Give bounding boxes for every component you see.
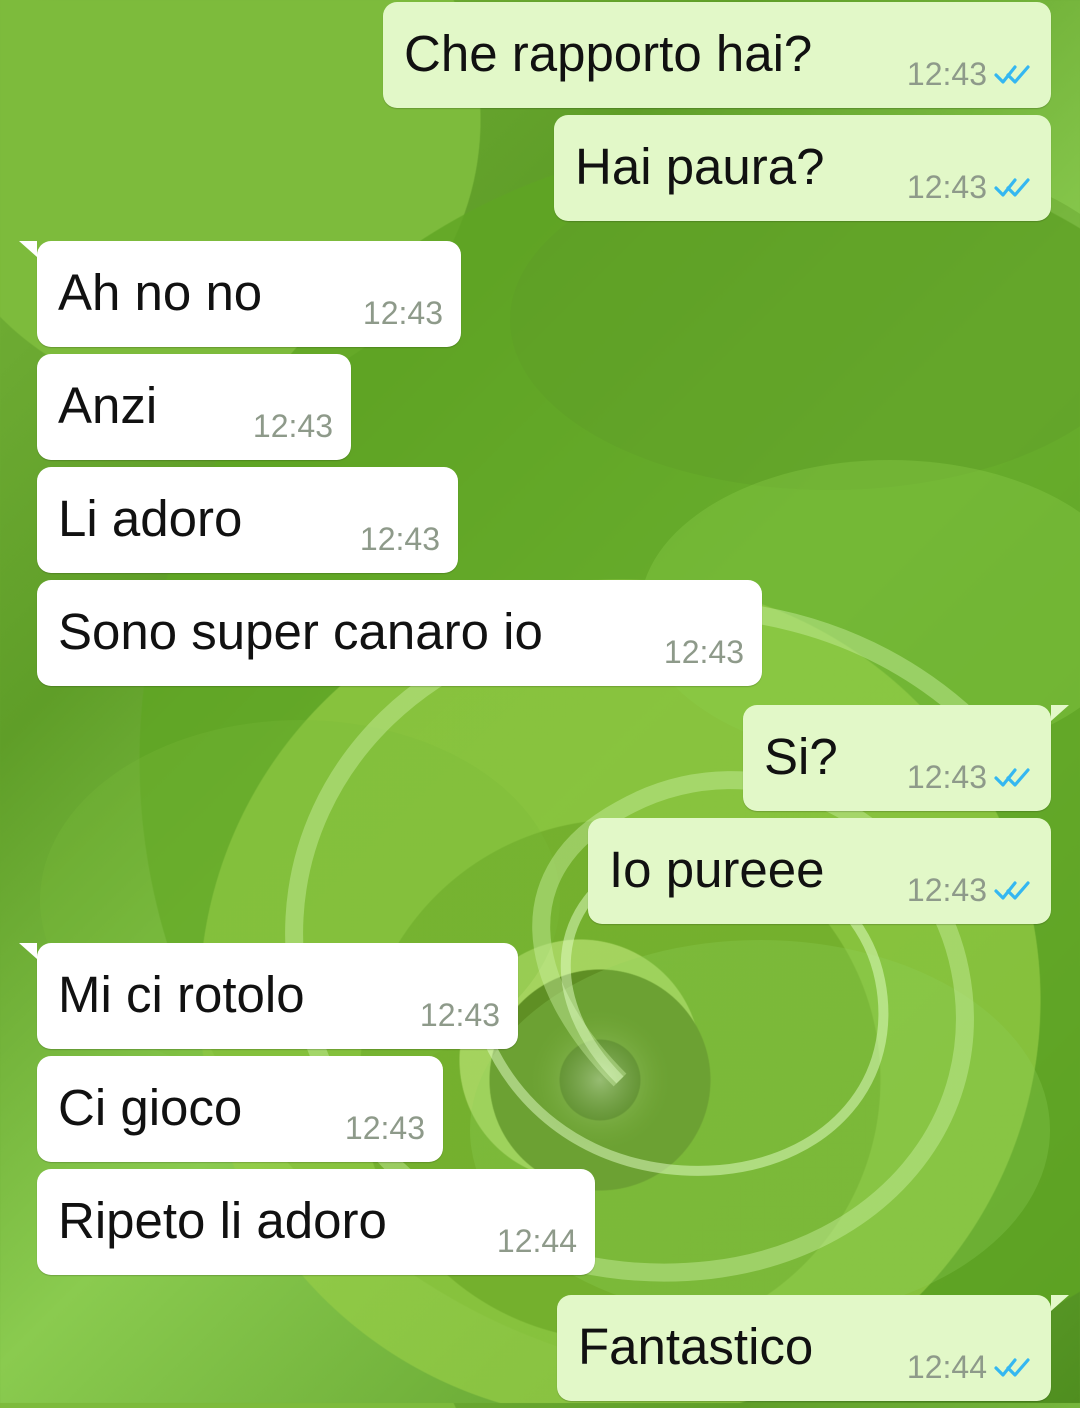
message-meta: 12:43 xyxy=(907,57,1033,91)
message-meta: 12:43 xyxy=(253,409,333,443)
message-time: 12:43 xyxy=(906,169,987,205)
outgoing-message[interactable]: Hai paura? 12:43 xyxy=(554,115,1051,221)
double-check-icon xyxy=(994,881,1030,900)
double-check-icon xyxy=(994,768,1030,787)
message-meta: 12:44 xyxy=(907,1350,1033,1384)
message-time: 12:43 xyxy=(419,997,500,1033)
incoming-message[interactable]: Li adoro 12:43 xyxy=(37,467,458,573)
message-time: 12:43 xyxy=(344,1110,425,1146)
outgoing-message[interactable]: Si? 12:43 xyxy=(743,705,1069,811)
double-check-icon xyxy=(994,1358,1030,1377)
message-text: Io pureee xyxy=(609,841,825,898)
incoming-message[interactable]: Anzi 12:43 xyxy=(37,354,351,460)
message-meta: 12:44 xyxy=(497,1224,577,1258)
message-text: Fantastico xyxy=(578,1318,814,1375)
message-text: Li adoro xyxy=(58,490,243,547)
message-time: 12:43 xyxy=(906,872,987,908)
double-check-icon xyxy=(994,178,1030,197)
message-time: 12:43 xyxy=(906,56,987,92)
message-time: 12:44 xyxy=(496,1223,577,1259)
message-text: Anzi xyxy=(58,377,158,434)
chat-conversation: Che rapporto hai? 12:43 Hai paura? 12:43… xyxy=(0,0,1080,1403)
incoming-message[interactable]: Mi ci rotolo 12:43 xyxy=(19,943,518,1049)
message-text: Si? xyxy=(764,728,838,785)
message-time: 12:43 xyxy=(362,295,443,331)
message-time: 12:44 xyxy=(906,1349,987,1385)
message-meta: 12:43 xyxy=(907,170,1033,204)
message-meta: 12:43 xyxy=(907,873,1033,907)
message-text: Ah no no xyxy=(58,264,263,321)
message-meta: 12:43 xyxy=(664,635,744,669)
incoming-message[interactable]: Ah no no 12:43 xyxy=(19,241,461,347)
message-time: 12:43 xyxy=(906,759,987,795)
message-meta: 12:43 xyxy=(345,1111,425,1145)
message-text: Ci gioco xyxy=(58,1079,243,1136)
message-meta: 12:43 xyxy=(363,296,443,330)
incoming-message[interactable]: Ci gioco 12:43 xyxy=(37,1056,443,1162)
message-text: Mi ci rotolo xyxy=(58,966,305,1023)
message-text: Che rapporto hai? xyxy=(404,25,813,82)
message-text: Ripeto li adoro xyxy=(58,1192,387,1249)
outgoing-message[interactable]: Che rapporto hai? 12:43 xyxy=(383,2,1051,108)
message-meta: 12:43 xyxy=(420,998,500,1032)
message-time: 12:43 xyxy=(252,408,333,444)
incoming-message[interactable]: Ripeto li adoro 12:44 xyxy=(37,1169,595,1275)
double-check-icon xyxy=(994,65,1030,84)
outgoing-message[interactable]: Io pureee 12:43 xyxy=(588,818,1051,924)
message-meta: 12:43 xyxy=(360,522,440,556)
message-text: Sono super canaro io xyxy=(58,603,543,660)
message-meta: 12:43 xyxy=(907,760,1033,794)
outgoing-message[interactable]: Fantastico 12:44 xyxy=(557,1295,1069,1401)
incoming-message[interactable]: Sono super canaro io 12:43 xyxy=(37,580,762,686)
message-time: 12:43 xyxy=(663,634,744,670)
message-time: 12:43 xyxy=(359,521,440,557)
message-text: Hai paura? xyxy=(575,138,825,195)
